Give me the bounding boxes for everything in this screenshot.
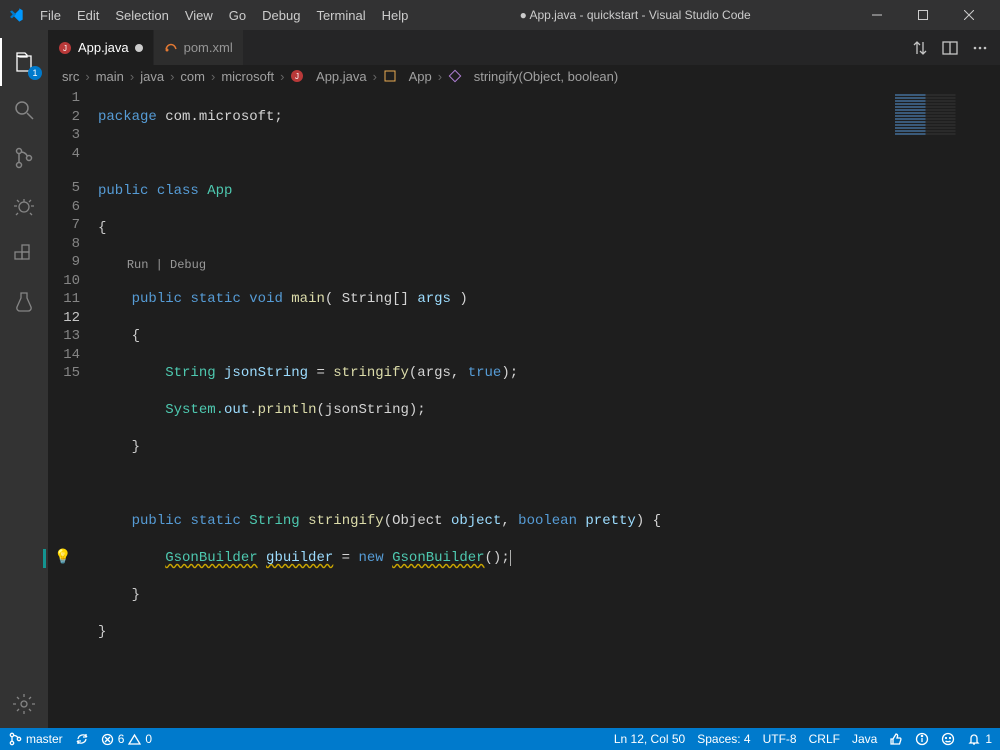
- menu-debug[interactable]: Debug: [254, 4, 308, 27]
- activity-debug[interactable]: [0, 182, 48, 230]
- status-notifications[interactable]: 1: [967, 732, 992, 746]
- minimap[interactable]: [890, 87, 1000, 728]
- lightbulb-icon[interactable]: 💡: [54, 549, 71, 568]
- code-lines[interactable]: package com.microsoft; public class App …: [98, 87, 890, 728]
- text-cursor: [510, 550, 511, 566]
- status-indentation[interactable]: Spaces: 4: [697, 732, 750, 746]
- svg-text:J: J: [295, 72, 299, 81]
- explorer-badge: 1: [28, 66, 42, 80]
- vscode-logo-icon: [8, 7, 24, 23]
- class-icon: [383, 69, 397, 83]
- tab-label: pom.xml: [184, 40, 233, 55]
- status-problems[interactable]: 6 0: [101, 732, 152, 746]
- status-language[interactable]: Java: [852, 732, 877, 746]
- status-feedback-icon[interactable]: [941, 732, 955, 746]
- editor-tabs: J App.java pom.xml: [48, 30, 1000, 65]
- activity-settings[interactable]: [0, 680, 48, 728]
- status-eol[interactable]: CRLF: [809, 732, 840, 746]
- codelens-run-debug[interactable]: Run | Debug: [127, 258, 206, 272]
- editor-area: J App.java pom.xml src› main› java› com›…: [48, 30, 1000, 728]
- split-editor-icon[interactable]: [942, 40, 958, 56]
- java-file-icon: J: [58, 41, 72, 55]
- xml-file-icon: [164, 41, 178, 55]
- activity-extensions[interactable]: [0, 230, 48, 278]
- status-sync[interactable]: [75, 732, 89, 746]
- activity-explorer[interactable]: 1: [0, 38, 48, 86]
- activity-bar: 1: [0, 30, 48, 728]
- compare-changes-icon[interactable]: [912, 40, 928, 56]
- status-bar: master 6 0 Ln 12, Col 50 Spaces: 4 UTF-8…: [0, 728, 1000, 750]
- titlebar: File Edit Selection View Go Debug Termin…: [0, 0, 1000, 30]
- menu-help[interactable]: Help: [374, 4, 417, 27]
- code-editor[interactable]: 1234 56789101112131415 package com.micro…: [48, 87, 1000, 728]
- tab-dirty-indicator: [135, 44, 143, 52]
- breadcrumb-item[interactable]: stringify(Object, boolean): [474, 69, 619, 84]
- method-icon: [448, 69, 462, 83]
- breadcrumb-item[interactable]: src: [62, 69, 79, 84]
- line-numbers: 1234 56789101112131415: [48, 87, 98, 728]
- tab-actions: [900, 30, 1000, 65]
- status-thumbs-up-icon[interactable]: [889, 732, 903, 746]
- menu-edit[interactable]: Edit: [69, 4, 107, 27]
- breadcrumb-item[interactable]: main: [96, 69, 124, 84]
- java-file-icon: J: [290, 69, 304, 83]
- tab-app-java[interactable]: J App.java: [48, 30, 154, 65]
- more-actions-icon[interactable]: [972, 40, 988, 56]
- menu-view[interactable]: View: [177, 4, 221, 27]
- minimize-button[interactable]: [854, 0, 900, 30]
- breadcrumb-item[interactable]: App: [409, 69, 432, 84]
- close-button[interactable]: [946, 0, 992, 30]
- breadcrumb-item[interactable]: microsoft: [221, 69, 274, 84]
- menubar: File Edit Selection View Go Debug Termin…: [32, 4, 416, 27]
- breadcrumb-item[interactable]: java: [140, 69, 164, 84]
- window-title: ● App.java - quickstart - Visual Studio …: [416, 8, 854, 22]
- menu-terminal[interactable]: Terminal: [308, 4, 373, 27]
- menu-go[interactable]: Go: [221, 4, 254, 27]
- breadcrumb-item[interactable]: App.java: [316, 69, 367, 84]
- tab-pom-xml[interactable]: pom.xml: [154, 30, 244, 65]
- activity-search[interactable]: [0, 86, 48, 134]
- status-encoding[interactable]: UTF-8: [763, 732, 797, 746]
- menu-selection[interactable]: Selection: [107, 4, 176, 27]
- svg-text:J: J: [63, 44, 67, 53]
- activity-source-control[interactable]: [0, 134, 48, 182]
- window-controls: [854, 0, 992, 30]
- activity-test[interactable]: [0, 278, 48, 326]
- maximize-button[interactable]: [900, 0, 946, 30]
- breadcrumb-item[interactable]: com: [180, 69, 205, 84]
- breadcrumbs[interactable]: src› main› java› com› microsoft› J App.j…: [48, 65, 1000, 87]
- menu-file[interactable]: File: [32, 4, 69, 27]
- status-info-icon[interactable]: [915, 732, 929, 746]
- status-cursor-position[interactable]: Ln 12, Col 50: [614, 732, 685, 746]
- modified-line-indicator: [43, 549, 46, 568]
- status-branch[interactable]: master: [8, 732, 63, 746]
- tab-label: App.java: [78, 40, 129, 55]
